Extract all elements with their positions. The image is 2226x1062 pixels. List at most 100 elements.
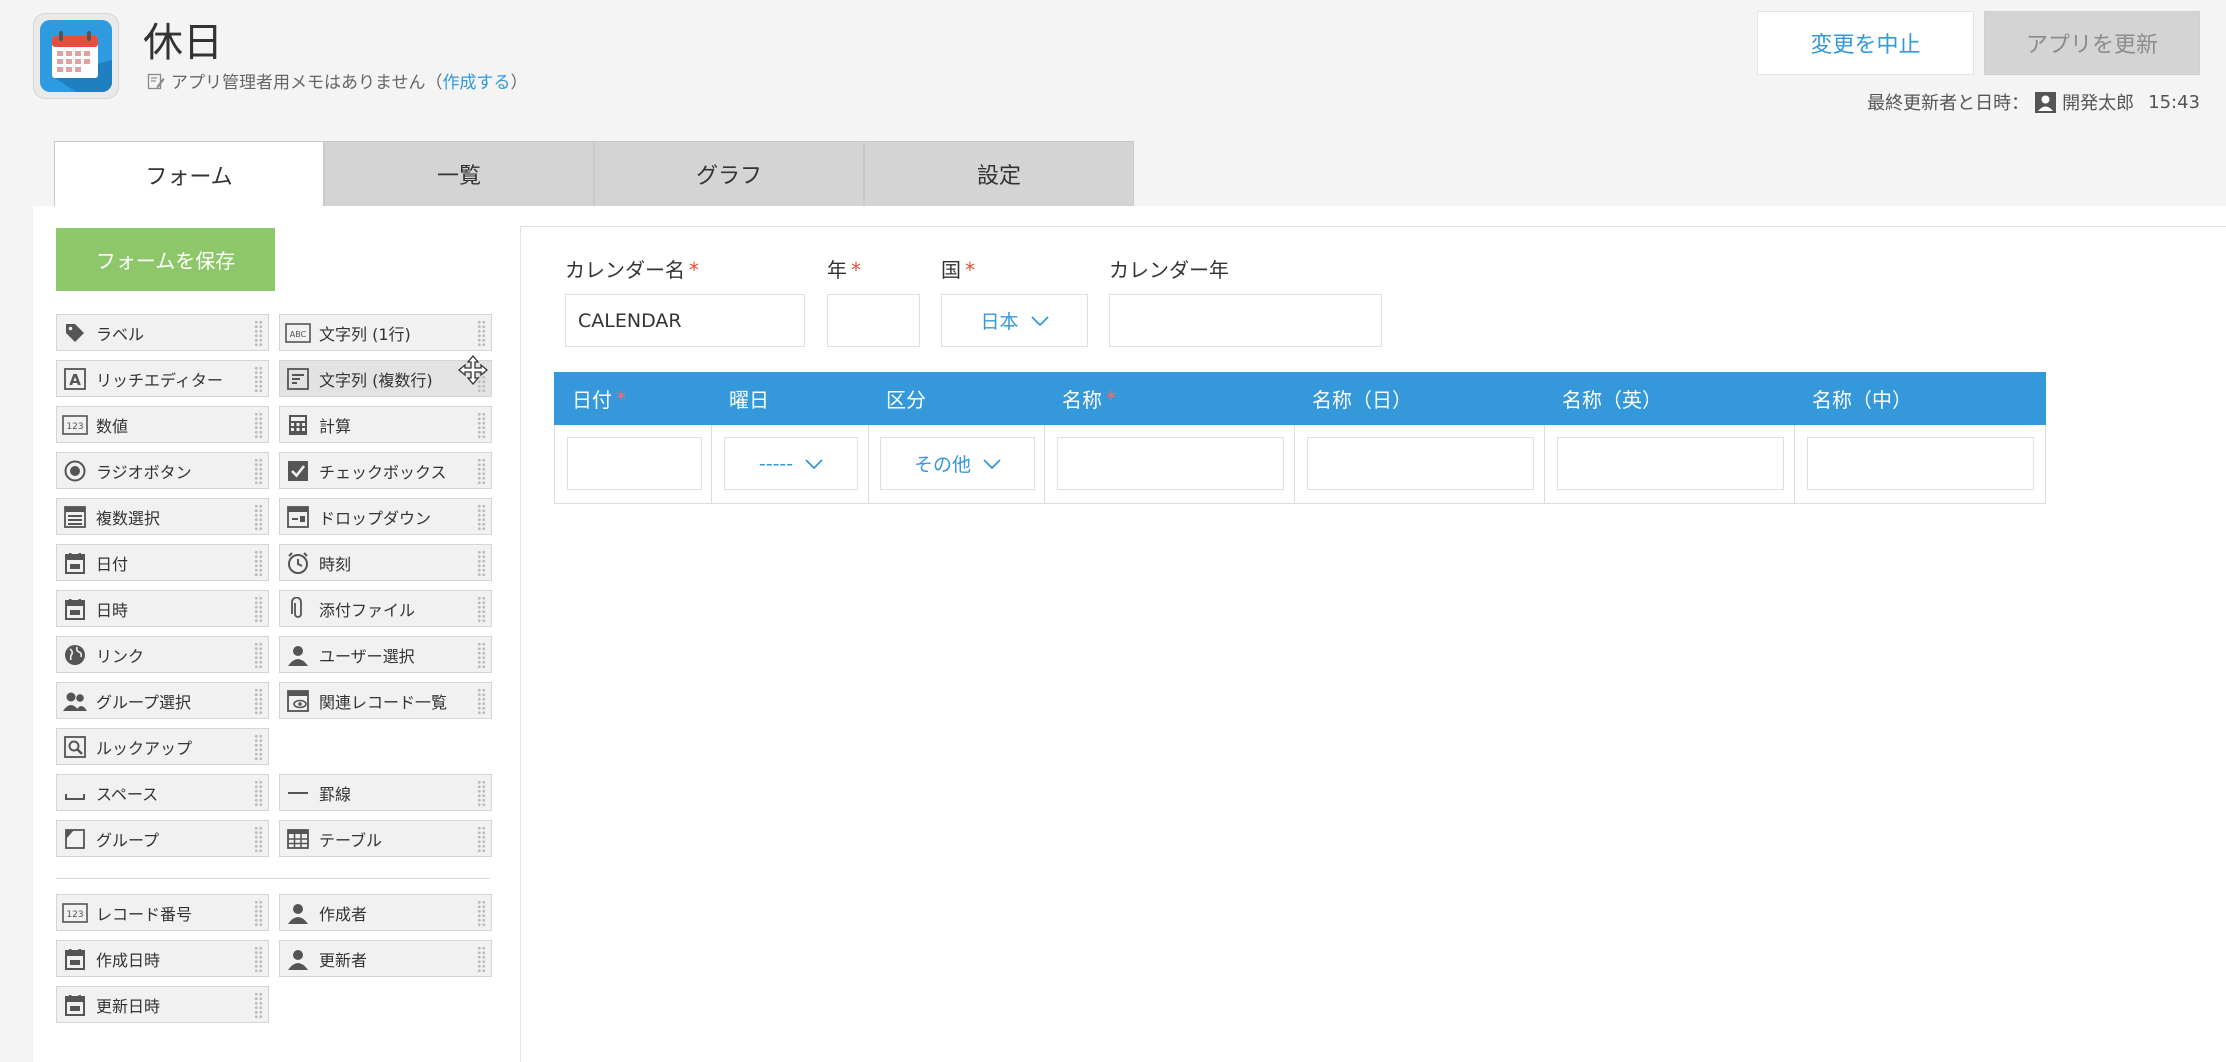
cancel-changes-button[interactable]: 変更を中止: [1757, 11, 1974, 75]
palette-item[interactable]: スペース: [56, 774, 269, 811]
column-name[interactable]: 名称 *: [1044, 372, 1294, 425]
palette-item[interactable]: グループ選択: [56, 682, 269, 719]
name-cell-input[interactable]: [1057, 437, 1284, 490]
year-field[interactable]: [827, 294, 920, 347]
drag-handle-icon[interactable]: [254, 992, 263, 1019]
drag-handle-icon[interactable]: [254, 688, 263, 715]
column-date[interactable]: 日付 *: [554, 372, 711, 425]
name-jp-cell-input[interactable]: [1307, 437, 1534, 490]
memo-text: アプリ管理者用メモはありません（: [171, 73, 443, 93]
drag-handle-icon[interactable]: [254, 826, 263, 853]
palette-item[interactable]: 複数選択: [56, 498, 269, 535]
weekday-select[interactable]: -----: [724, 437, 858, 490]
name-en-cell-input[interactable]: [1557, 437, 1784, 490]
palette-item-label: 罫線: [319, 784, 352, 804]
palette-item[interactable]: 日時: [56, 590, 269, 627]
name-zh-cell-input[interactable]: [1807, 437, 2034, 490]
drag-handle-icon[interactable]: [477, 900, 486, 927]
category-select[interactable]: その他: [880, 437, 1035, 490]
column-name-zh[interactable]: 名称（中）: [1794, 372, 2046, 425]
dropdown-icon: [285, 504, 311, 530]
category-selected-value: その他: [913, 454, 971, 476]
space-icon: [62, 780, 88, 806]
drag-handle-icon[interactable]: [477, 320, 486, 347]
palette-item[interactable]: 123 数値: [56, 406, 269, 443]
palette-item[interactable]: 添付ファイル: [279, 590, 492, 627]
chevron-down-icon: [983, 458, 1001, 469]
palette-item[interactable]: 罫線: [279, 774, 492, 811]
column-name-en[interactable]: 名称（英）: [1544, 372, 1794, 425]
year-label: 年 *: [827, 258, 861, 282]
drag-handle-icon[interactable]: [254, 946, 263, 973]
palette-item[interactable]: 作成日時: [56, 940, 269, 977]
palette-item[interactable]: テーブル: [279, 820, 492, 857]
drag-handle-icon[interactable]: [477, 688, 486, 715]
drag-handle-icon[interactable]: [477, 826, 486, 853]
palette-item[interactable]: 計算: [279, 406, 492, 443]
palette-item[interactable]: ユーザー選択: [279, 636, 492, 673]
palette-item[interactable]: 更新日時: [56, 986, 269, 1023]
drag-handle-icon[interactable]: [254, 900, 263, 927]
palette-item[interactable]: 作成者: [279, 894, 492, 931]
palette-item[interactable]: 123 レコード番号: [56, 894, 269, 931]
drag-handle-icon[interactable]: [254, 412, 263, 439]
palette-item[interactable]: A リッチエディター: [56, 360, 269, 397]
column-weekday[interactable]: 曜日: [711, 372, 868, 425]
palette-item[interactable]: ルックアップ: [56, 728, 269, 765]
drag-handle-icon[interactable]: [254, 734, 263, 761]
update-app-button[interactable]: アプリを更新: [1984, 11, 2200, 75]
calendar-year-field[interactable]: [1109, 294, 1382, 347]
column-category[interactable]: 区分: [868, 372, 1044, 425]
drag-handle-icon[interactable]: [254, 596, 263, 623]
palette-item[interactable]: ラベル: [56, 314, 269, 351]
create-memo-link[interactable]: 作成する: [443, 73, 511, 93]
palette-item-label: 数値: [96, 416, 129, 436]
palette-item[interactable]: ABC 文字列 (1行): [279, 314, 492, 351]
drag-handle-icon[interactable]: [477, 504, 486, 531]
user-icon: [285, 946, 311, 972]
palette-item-label: 添付ファイル: [319, 600, 416, 620]
tab-settings[interactable]: 設定: [864, 141, 1134, 206]
drag-handle-icon[interactable]: [254, 366, 263, 393]
tab-graph[interactable]: グラフ: [594, 141, 864, 206]
save-form-button[interactable]: フォームを保存: [56, 228, 275, 291]
drag-handle-icon[interactable]: [254, 458, 263, 485]
palette-item[interactable]: 時刻: [279, 544, 492, 581]
palette-item-label: 作成者: [319, 904, 368, 924]
country-label: 国 *: [941, 258, 975, 282]
palette-item[interactable]: 関連レコード一覧: [279, 682, 492, 719]
drag-handle-icon[interactable]: [254, 780, 263, 807]
drag-handle-icon[interactable]: [477, 946, 486, 973]
drag-handle-icon[interactable]: [254, 504, 263, 531]
palette-item[interactable]: チェックボックス: [279, 452, 492, 489]
palette-item[interactable]: リンク: [56, 636, 269, 673]
last-updated-user[interactable]: 開発太郎: [2062, 89, 2134, 115]
drag-handle-icon[interactable]: [477, 780, 486, 807]
palette-item[interactable]: ドロップダウン: [279, 498, 492, 535]
drag-handle-icon[interactable]: [477, 412, 486, 439]
calendar-name-field[interactable]: CALENDAR: [565, 294, 805, 347]
drag-handle-icon[interactable]: [254, 320, 263, 347]
rich-text-icon: A: [62, 366, 88, 392]
drag-handle-icon[interactable]: [477, 596, 486, 623]
settings-tabs: フォーム 一覧 グラフ 設定: [54, 141, 1134, 207]
drag-handle-icon[interactable]: [477, 550, 486, 577]
drag-handle-icon[interactable]: [254, 550, 263, 577]
palette-item[interactable]: 日付: [56, 544, 269, 581]
drag-handle-icon[interactable]: [254, 642, 263, 669]
palette-item-label: ドロップダウン: [319, 508, 432, 528]
drag-handle-icon[interactable]: [477, 458, 486, 485]
country-select[interactable]: 日本: [941, 294, 1088, 347]
tab-list[interactable]: 一覧: [324, 141, 594, 206]
palette-item[interactable]: ラジオボタン: [56, 452, 269, 489]
tab-form[interactable]: フォーム: [54, 141, 324, 207]
date-cell-input[interactable]: [567, 437, 702, 490]
drag-handle-icon[interactable]: [477, 642, 486, 669]
admin-memo: アプリ管理者用メモはありません（作成する）: [147, 68, 528, 93]
palette-item-label: 複数選択: [96, 508, 161, 528]
calendar-year-label: カレンダー年: [1109, 258, 1229, 282]
palette-item[interactable]: グループ: [56, 820, 269, 857]
palette-item[interactable]: 更新者: [279, 940, 492, 977]
column-name-jp[interactable]: 名称（日）: [1294, 372, 1544, 425]
palette-item-label: 更新日時: [96, 996, 161, 1016]
